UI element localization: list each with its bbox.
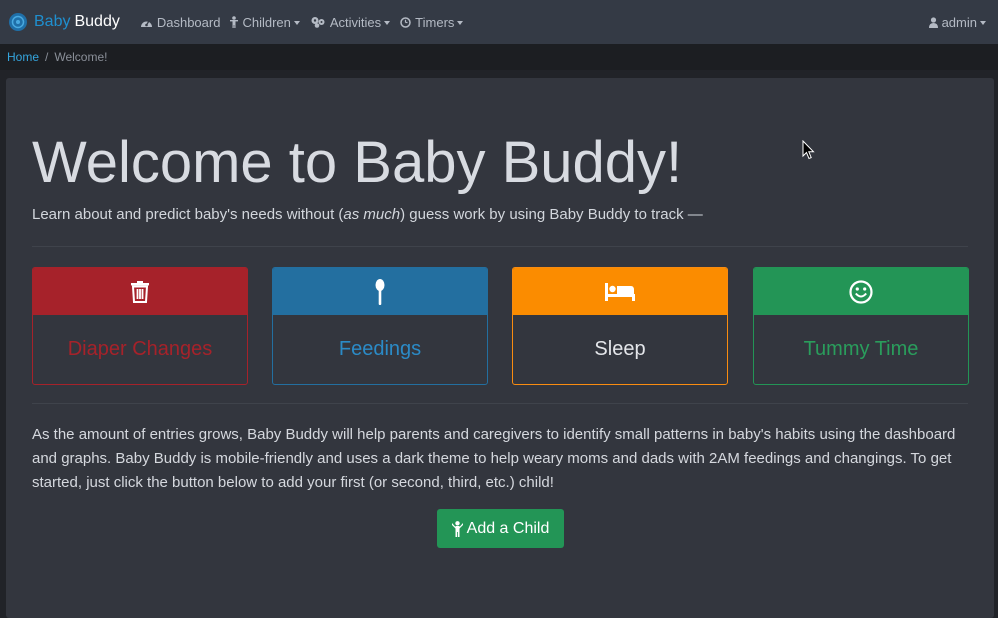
child-icon [451,520,463,537]
trash-icon [131,280,149,303]
nav-timers-label: Timers [415,14,455,30]
lead-text-emphasis: as much [343,206,401,223]
timer-icon [400,16,411,28]
smile-icon [849,279,873,304]
nav-dashboard[interactable]: Dashboard [140,14,221,30]
dashboard-icon [140,20,152,27]
brand-first-word: Baby [34,13,71,30]
nav-dashboard-label: Dashboard [156,14,221,30]
description-text: As the amount of entries grows, Baby Bud… [32,426,956,491]
user-icon [928,16,938,28]
add-child-label: Add a Child [466,519,550,537]
card-label: Feedings [338,338,422,360]
chevron-down-icon [980,21,986,25]
nav-children-dropdown[interactable]: Children [230,14,300,30]
top-navbar: Baby Buddy Dashboard Children Activities… [0,0,998,44]
baby-buddy-logo-icon [9,13,27,31]
lead-text-end: ) guess work by using Baby Buddy to trac… [400,206,703,223]
nav-timers-dropdown[interactable]: Timers [400,14,464,30]
card-tummy-time[interactable]: Tummy Time [753,267,969,385]
card-header [513,268,727,315]
nav-children-label: Children [242,14,291,30]
nav-activities-dropdown[interactable]: Activities [310,14,391,30]
activities-icon [311,17,325,28]
breadcrumb-current: Welcome! [54,50,108,64]
divider [32,403,968,404]
card-sleep[interactable]: Sleep [512,267,728,385]
page-title: Welcome to Baby Buddy! [32,130,683,195]
chevron-down-icon [384,21,391,25]
card-feedings[interactable]: Feedings [272,267,488,385]
brand-link[interactable]: Baby Buddy [8,12,120,32]
breadcrumb: Home / Welcome! [0,44,998,70]
breadcrumb-separator: / [45,50,49,64]
breadcrumb-home-link[interactable]: Home [7,50,39,64]
spoon-icon [375,278,385,305]
chevron-down-icon [293,21,300,25]
add-child-button[interactable]: Add a Child [437,509,564,548]
chevron-down-icon [457,21,464,25]
card-label: Diaper Changes [67,338,213,360]
welcome-panel: Welcome to Baby Buddy! Learn about and p… [6,78,994,618]
brand-second-word: Buddy [74,13,120,30]
child-icon [230,16,239,28]
card-header [33,268,247,315]
nav-user-dropdown[interactable]: admin [928,14,986,30]
card-label: Sleep [594,338,646,360]
mouse-cursor-icon [802,140,815,160]
divider [32,246,968,247]
lead-text-start: Learn about and predict baby's needs wit… [32,206,344,223]
bed-icon [605,282,635,301]
card-diaper-changes[interactable]: Diaper Changes [32,267,248,385]
card-header [754,268,968,315]
card-header [273,268,487,315]
nav-activities-label: Activities [329,14,382,30]
lead-text: Learn about and predict baby's needs wit… [32,206,703,223]
card-label: Tummy Time [803,338,919,360]
nav-user-label: admin [941,14,977,30]
